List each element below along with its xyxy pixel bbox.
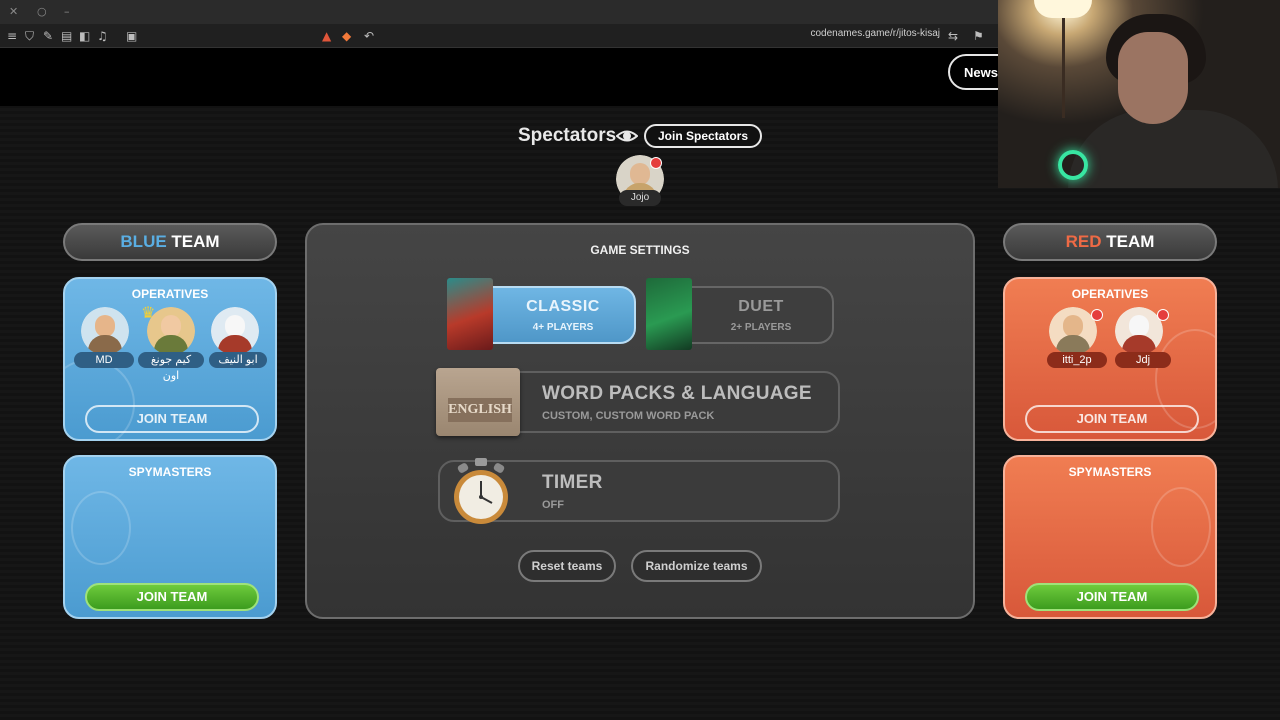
operative-name: itti_2p xyxy=(1047,352,1107,368)
timer-title: TIMER xyxy=(542,472,603,493)
screenshot-icon[interactable]: ▣ xyxy=(126,27,137,45)
word-packs-title: WORD PACKS & LANGUAGE xyxy=(542,383,812,404)
blue-operatives-label: OPERATIVES xyxy=(131,287,209,301)
join-spectators-button[interactable]: Join Spectators xyxy=(644,124,762,148)
language-box-icon: ENGLISH xyxy=(436,368,520,436)
red-operatives-join-button[interactable]: JOIN TEAM xyxy=(1025,405,1199,433)
rgb-light xyxy=(1058,150,1088,180)
mode-duet-title: DUET xyxy=(738,298,784,315)
red-operatives-card: OPERATIVES itti_2p Jdj JOIN TEAM xyxy=(1003,277,1217,441)
back-icon[interactable]: ↶ xyxy=(364,27,374,45)
blue-team-header: BLUE TEAM xyxy=(63,223,277,261)
card-illustration xyxy=(1151,487,1211,567)
operative-name: MD xyxy=(74,352,134,368)
avatar xyxy=(1115,307,1163,355)
language-box-label: ENGLISH xyxy=(448,398,512,422)
mode-classic-button[interactable]: CLASSIC 4+ PLAYERS xyxy=(474,286,636,344)
close-window-icon[interactable]: ✕ xyxy=(9,5,18,18)
menu-icon[interactable]: ≡ xyxy=(7,27,17,45)
card-illustration xyxy=(71,491,131,565)
mode-classic-title: CLASSIC xyxy=(526,298,600,315)
game-settings-title: GAME SETTINGS xyxy=(590,243,690,257)
sidebar-icon[interactable]: ◧ xyxy=(79,27,90,45)
randomize-teams-button[interactable]: Randomize teams xyxy=(631,550,762,582)
mode-classic-sub: 4+ PLAYERS xyxy=(532,322,594,333)
crown-icon: ♛ xyxy=(141,305,156,322)
brave-icon[interactable]: ▲ xyxy=(322,27,331,45)
red-spymasters-label: SPYMASTERS xyxy=(1068,465,1152,479)
address-bar[interactable]: codenames.game/r/jitos-kisaj xyxy=(811,28,941,39)
mode-duet-button[interactable]: DUET 2+ PLAYERS xyxy=(672,286,834,344)
pin-icon[interactable]: ✎ xyxy=(43,27,53,45)
webcam-overlay xyxy=(998,0,1280,188)
blue-spymasters-card: SPYMASTERS JOIN TEAM xyxy=(63,455,277,619)
red-team-header: RED TEAM xyxy=(1003,223,1217,261)
bookmark-icon[interactable]: ⚑ xyxy=(973,27,984,45)
operative-name: كيم جونغ اون xyxy=(138,352,204,382)
red-operatives-label: OPERATIVES xyxy=(1071,287,1149,301)
blue-spymasters-join-button[interactable]: JOIN TEAM xyxy=(85,583,259,611)
maximize-window-icon[interactable]: ○ xyxy=(37,5,47,18)
status-badge xyxy=(650,157,662,169)
shield-icon[interactable]: ⛉ xyxy=(25,27,34,45)
music-icon[interactable]: ♫ xyxy=(97,27,108,45)
reset-teams-button[interactable]: Reset teams xyxy=(518,550,616,582)
lion-icon[interactable]: ◆ xyxy=(342,27,351,45)
operative-name: ابو النيف xyxy=(209,352,267,368)
red-team-word: RED xyxy=(1065,232,1102,251)
lamp-shade xyxy=(1034,0,1092,18)
timer-sub: OFF xyxy=(542,499,564,511)
duet-box-art xyxy=(646,278,692,350)
avatar xyxy=(81,307,129,355)
stopwatch-icon xyxy=(454,458,508,524)
avatar xyxy=(211,307,259,355)
spectators-title: Spectators xyxy=(518,125,617,146)
streamer-body xyxy=(1068,110,1278,188)
operative-name: Jdj xyxy=(1115,352,1171,368)
status-badge xyxy=(1091,309,1103,321)
blue-team-word: BLUE xyxy=(120,232,167,251)
red-spymasters-join-button[interactable]: JOIN TEAM xyxy=(1025,583,1199,611)
eye-icon xyxy=(616,130,638,142)
avatar xyxy=(1049,307,1097,355)
blue-operatives-join-button[interactable]: JOIN TEAM xyxy=(85,405,259,433)
red-team-rest: TEAM xyxy=(1101,232,1155,251)
tabs-icon[interactable]: ▤ xyxy=(61,27,72,45)
red-spymasters-card: SPYMASTERS JOIN TEAM xyxy=(1003,455,1217,619)
blue-spymasters-label: SPYMASTERS xyxy=(128,465,212,479)
lamp-pole xyxy=(1062,18,1065,118)
blue-team-rest: TEAM xyxy=(166,232,220,251)
word-packs-sub: CUSTOM, CUSTOM WORD PACK xyxy=(542,410,715,422)
spectator-name: Jojo xyxy=(619,190,661,206)
minimize-window-icon[interactable]: – xyxy=(64,5,70,18)
mode-duet-sub: 2+ PLAYERS xyxy=(730,322,792,333)
status-badge xyxy=(1157,309,1169,321)
translate-icon[interactable]: ⇆ xyxy=(948,27,958,45)
blue-operatives-card: OPERATIVES MD ♛ كيم جونغ اون ابو النيف J… xyxy=(63,277,277,441)
streamer-face xyxy=(1118,32,1188,124)
classic-box-art xyxy=(447,278,493,350)
